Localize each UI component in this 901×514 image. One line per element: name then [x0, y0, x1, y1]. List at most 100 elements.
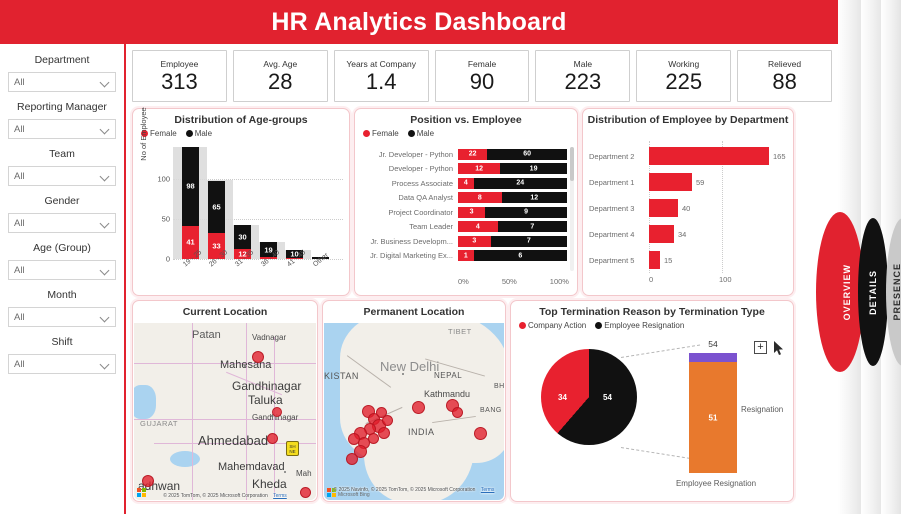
- map-pin[interactable]: [382, 415, 393, 426]
- map-current-location[interactable]: Current Location Patan Vadnagar Mahesana…: [132, 300, 318, 502]
- filter-dropdown-reporting-manager[interactable]: All: [8, 119, 116, 139]
- position-label: Jr. Digital Marketing Ex...: [370, 251, 453, 261]
- map-pin[interactable]: [252, 351, 264, 363]
- filter-age-group: Age (Group) All: [0, 242, 124, 280]
- kpi-card-female[interactable]: Female 90: [434, 50, 530, 102]
- legend-item-female[interactable]: Female: [363, 129, 399, 138]
- department-row[interactable]: Department 5 15: [589, 247, 789, 273]
- filter-dropdown-team[interactable]: All: [8, 166, 116, 186]
- chevron-down-icon: [101, 313, 110, 322]
- page-tab-label: OVERVIEW: [842, 263, 852, 321]
- legend-label: Company Action: [528, 321, 587, 330]
- scrollbar-thumb[interactable]: [570, 147, 574, 181]
- kpi-card-avg-age[interactable]: Avg. Age 28: [232, 50, 328, 102]
- chart-title: Top Termination Reason by Termination Ty…: [539, 306, 765, 318]
- filter-dropdown-age-group[interactable]: All: [8, 260, 116, 280]
- department-row[interactable]: Department 2 165: [589, 143, 789, 169]
- map-pin[interactable]: [474, 427, 487, 440]
- bar-segment-female: 3: [458, 206, 486, 218]
- map-pin[interactable]: [346, 453, 358, 465]
- legend-item-male[interactable]: Male: [407, 129, 434, 138]
- legend-swatch-female: [363, 130, 370, 137]
- department-row[interactable]: Department 3 40: [589, 195, 789, 221]
- map-canvas[interactable]: TIBET New Delhi NEPAL Kathmandu KISTAN I…: [324, 323, 504, 500]
- bar-41-45[interactable]: 10 41 - 45: [286, 249, 307, 268]
- position-row[interactable]: Jr. Developer - Python 22 60: [361, 147, 567, 162]
- map-label: BH: [494, 383, 504, 390]
- map-pin[interactable]: [267, 433, 278, 444]
- position-row[interactable]: Developer - Python 12 19: [361, 162, 567, 177]
- position-row[interactable]: Jr. Digital Marketing Ex... 1 6: [361, 249, 567, 264]
- position-bar: 8 12: [458, 192, 567, 204]
- filter-dropdown-department[interactable]: All: [8, 72, 116, 92]
- legend-item-employee-resignation[interactable]: Employee Resignation: [595, 321, 684, 330]
- department-row[interactable]: Department 4 34: [589, 221, 789, 247]
- department-bar-wrap: 15: [649, 251, 789, 269]
- terms-link[interactable]: Terms: [273, 493, 287, 499]
- department-bar: [649, 147, 769, 165]
- map-canvas[interactable]: Patan Vadnagar Mahesana Gandhinagar Talu…: [134, 323, 316, 500]
- chart-employee-by-department[interactable]: Distribution of Employee by Department D…: [582, 108, 794, 296]
- kpi-card-years-at-company[interactable]: Years at Company 1.4: [333, 50, 429, 102]
- kpi-card-working[interactable]: Working 225: [636, 50, 732, 102]
- filter-label: Gender: [44, 195, 80, 207]
- filter-value: All: [14, 217, 25, 229]
- page-tab-overview[interactable]: OVERVIEW: [816, 212, 864, 372]
- kpi-value: 28: [268, 68, 293, 94]
- map-pin[interactable]: [378, 427, 390, 439]
- map-permanent-location[interactable]: Permanent Location TIBET New Delhi NEPAL…: [322, 300, 506, 502]
- chart-title: Permanent Location: [363, 306, 465, 318]
- department-bar: [649, 225, 674, 243]
- breakdown-bar[interactable]: 51: [689, 353, 737, 473]
- legend-item-male[interactable]: Male: [185, 129, 212, 138]
- position-row[interactable]: Process Associate 4 24: [361, 176, 567, 191]
- map-label: Kheda: [252, 477, 287, 491]
- map-pin[interactable]: [272, 407, 282, 417]
- filter-dropdown-gender[interactable]: All: [8, 213, 116, 233]
- map-label: Patan: [192, 329, 221, 341]
- department-label: Department 4: [589, 229, 635, 239]
- position-row[interactable]: Data QA Analyst 8 12: [361, 191, 567, 206]
- chart-position-vs-employee[interactable]: Position vs. Employee Female Male Jr. De…: [354, 108, 578, 296]
- map-pin[interactable]: [412, 401, 425, 414]
- legend-item-company-action[interactable]: Company Action: [519, 321, 586, 330]
- expand-icon[interactable]: +: [754, 341, 767, 354]
- filter-label: Team: [49, 148, 75, 160]
- bar-26-30[interactable]: 65 33 26 - 30: [208, 180, 229, 268]
- kpi-value: 225: [665, 68, 703, 94]
- position-row[interactable]: Project Coordinator 3 9: [361, 205, 567, 220]
- position-row[interactable]: Team Leader 4 7: [361, 220, 567, 235]
- scrollbar[interactable]: [570, 147, 574, 271]
- chart-title: Current Location: [182, 306, 268, 318]
- map-pin[interactable]: [142, 475, 154, 487]
- filter-dropdown-month[interactable]: All: [8, 307, 116, 327]
- kpi-label: Years at Company: [346, 58, 416, 69]
- bar-value-male: 7: [530, 223, 535, 231]
- bar-other[interactable]: Other: [312, 252, 330, 268]
- chart-top-termination-reason[interactable]: Top Termination Reason by Termination Ty…: [510, 300, 794, 502]
- breakdown-side-label: Resignation: [741, 405, 784, 414]
- kpi-label: Employee: [160, 58, 199, 69]
- bar-value-female: 4: [475, 223, 480, 231]
- map-label: TIBET: [448, 327, 472, 336]
- map-pin[interactable]: [452, 407, 463, 418]
- position-row[interactable]: Jr. Business Developm... 3 7: [361, 234, 567, 249]
- terms-link[interactable]: Terms: [481, 487, 495, 493]
- bar-segment-male: 60: [487, 148, 567, 160]
- kpi-card-employee[interactable]: Employee 313: [132, 50, 227, 102]
- bar-segment-male: 30: [234, 225, 251, 250]
- page-tab-details[interactable]: DETAILS: [858, 218, 888, 366]
- kpi-card-male[interactable]: Male 223: [535, 50, 631, 102]
- department-value: 165: [773, 151, 786, 161]
- bar-31-35[interactable]: 30 12 31 - 35: [234, 225, 255, 268]
- kpi-card-relieved[interactable]: Relieved 88: [737, 50, 833, 102]
- filter-dropdown-shift[interactable]: All: [8, 354, 116, 374]
- bar-36-40[interactable]: 19 36 - 40: [260, 242, 281, 268]
- map-label: Mah: [296, 469, 312, 478]
- filter-value: All: [14, 264, 25, 276]
- pie-chart[interactable]: 34 54: [541, 349, 637, 445]
- bar-segment-male: 7: [497, 221, 567, 233]
- bar-19-25[interactable]: 98 41 19 - 25: [182, 147, 203, 268]
- department-row[interactable]: Department 1 59: [589, 169, 789, 195]
- chart-age-groups[interactable]: Distribution of Age-groups Female Male N…: [132, 107, 350, 296]
